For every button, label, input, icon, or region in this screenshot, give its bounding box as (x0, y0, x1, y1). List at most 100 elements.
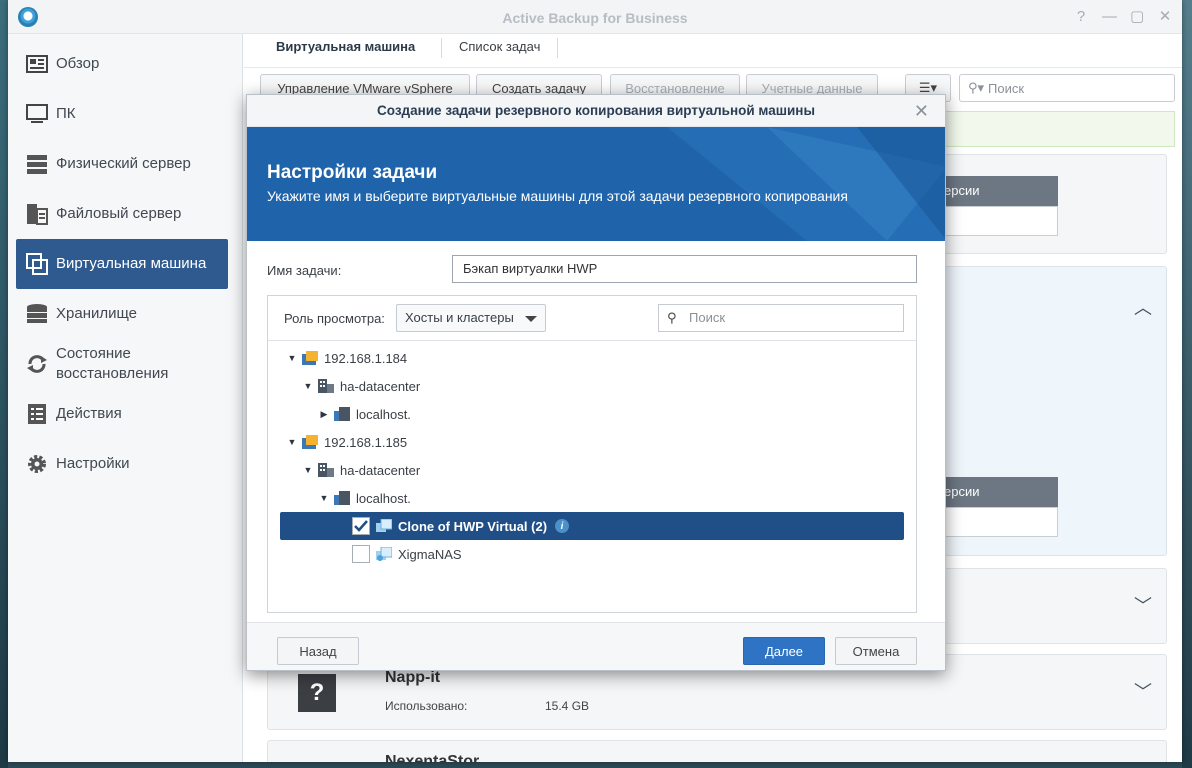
search-field[interactable]: ⚲▾ Поиск (959, 74, 1175, 102)
desktop-background-right (1182, 0, 1192, 768)
virtual-machine-icon (26, 253, 48, 275)
tree-node-label: ha-datacenter (340, 462, 421, 478)
expand-toggle-icon[interactable]: ▼ (302, 381, 314, 391)
chevron-down-icon (525, 316, 537, 322)
dialog-close-icon[interactable]: ✕ (914, 95, 929, 127)
vcenter-host-icon (302, 351, 318, 365)
task-name-input[interactable]: Бэкап виртуалки HWP (452, 255, 917, 283)
create-backup-task-dialog: Создание задачи резервного копирования в… (246, 94, 946, 671)
vm-icon (376, 546, 393, 561)
panel-search-input[interactable]: ⚲ Поиск (658, 304, 904, 332)
dialog-footer: Назад Далее Отмена (247, 622, 945, 670)
tree-node-label: 192.168.1.184 (324, 350, 408, 366)
sidebar-item-log[interactable]: Действия (16, 389, 228, 439)
tree-node-host[interactable]: ▼ 192.168.1.185 (280, 428, 904, 456)
sidebar-item-label: Действия (56, 405, 122, 422)
tree-node-label: 192.168.1.185 (324, 434, 408, 450)
storage-icon (26, 303, 48, 325)
file-server-icon (26, 203, 48, 225)
expand-toggle-icon[interactable]: ▼ (286, 353, 298, 363)
sidebar-item-label: Виртуальная машина (56, 255, 207, 272)
back-button[interactable]: Назад (277, 637, 359, 665)
sidebar-item-overview[interactable]: Обзор (16, 39, 228, 89)
expand-toggle-icon[interactable]: ▼ (318, 493, 330, 503)
overview-icon (26, 53, 48, 75)
tree-node-label: XigmaNAS (398, 546, 462, 562)
app-title: Active Backup for Business (502, 10, 688, 26)
help-icon[interactable]: ? (1074, 8, 1088, 26)
tree-node-vm[interactable]: XigmaNAS (280, 540, 904, 568)
search-placeholder: Поиск (988, 80, 1025, 96)
versions-value (934, 507, 1058, 537)
expand-toggle-icon[interactable]: ▼ (302, 465, 314, 475)
tree-node-esxi[interactable]: ▼ localhost. (280, 484, 904, 512)
tab-separator (557, 38, 558, 58)
datacenter-icon (318, 379, 334, 393)
tab-task-list[interactable]: Список задач (459, 39, 540, 54)
search-icon: ⚲▾ (968, 80, 985, 95)
chevron-down-icon[interactable]: ﹀ (1134, 592, 1152, 618)
vm-checkbox[interactable] (352, 545, 370, 563)
view-role-select[interactable]: Хосты и кластеры (396, 304, 546, 332)
sidebar-item-file-server[interactable]: Файловый сервер (16, 189, 228, 239)
tree-node-label: localhost. (356, 490, 411, 506)
chevron-up-icon[interactable]: ︿ (1134, 294, 1152, 320)
task-name-label: Имя задачи: (267, 263, 342, 278)
vcenter-host-icon (302, 435, 318, 449)
tree-node-datacenter[interactable]: ▼ ha-datacenter (280, 372, 904, 400)
vm-name: Napp-it (385, 669, 441, 686)
minimize-icon[interactable]: — (1102, 8, 1117, 26)
desktop-background-left (0, 0, 8, 768)
title-bar[interactable]: Active Backup for Business ? — ▢ ✕ (8, 0, 1182, 34)
sidebar: Обзор ПК Физический сервер Файловый серв… (8, 34, 243, 762)
esxi-host-icon (334, 407, 350, 421)
chevron-down-icon[interactable]: ﹀ (1134, 678, 1152, 704)
close-icon[interactable]: ✕ (1158, 8, 1172, 26)
tree-node-datacenter[interactable]: ▼ ha-datacenter (280, 456, 904, 484)
tab-separator (441, 38, 442, 58)
sidebar-item-settings[interactable]: Настройки (16, 439, 228, 489)
vm-selection-panel: Роль просмотра: Хосты и кластеры ⚲ Поиск… (267, 295, 917, 613)
tab-bar: Виртуальная машина Список задач (244, 34, 1182, 68)
sidebar-item-label: Настройки (56, 455, 130, 472)
dialog-subheading: Укажите имя и выберите виртуальные машин… (267, 188, 848, 204)
next-button[interactable]: Далее (743, 637, 825, 665)
tree-node-vm-selected[interactable]: Clone of HWP Virtual (2) i (280, 512, 904, 540)
search-placeholder: Поиск (689, 310, 726, 325)
tree-node-esxi[interactable]: ▶ localhost. (280, 400, 904, 428)
sidebar-item-label: Физический сервер (56, 155, 191, 172)
unknown-os-icon: ? (298, 674, 336, 712)
expand-toggle-icon[interactable]: ▼ (286, 437, 298, 447)
used-label: Использовано: (385, 699, 468, 713)
info-icon[interactable]: i (555, 519, 570, 533)
dialog-banner: Настройки задачи Укажите имя и выберите … (247, 127, 945, 241)
sidebar-item-label: Состояние восстановления (56, 345, 169, 382)
sidebar-item-label: ПК (56, 105, 76, 122)
cancel-button[interactable]: Отмена (835, 637, 917, 665)
view-role-value: Хосты и кластеры (405, 310, 514, 325)
sidebar-item-physical-server[interactable]: Физический сервер (16, 139, 228, 189)
log-icon (26, 403, 48, 425)
maximize-icon[interactable]: ▢ (1130, 8, 1144, 26)
sidebar-item-label: Файловый сервер (56, 205, 182, 222)
tree-node-host[interactable]: ▼ 192.168.1.184 (280, 344, 904, 372)
versions-header: ерсии (934, 477, 1058, 507)
vm-checkbox-checked[interactable] (352, 517, 370, 535)
tree-node-label: Clone of HWP Virtual (2) (398, 518, 548, 534)
panel-header: Роль просмотра: Хосты и кластеры ⚲ Поиск (268, 296, 916, 341)
vm-name: NexentaStor (385, 753, 480, 762)
sidebar-item-storage[interactable]: Хранилище (16, 289, 228, 339)
restore-status-icon (26, 353, 48, 375)
tab-virtual-machine[interactable]: Виртуальная машина (276, 39, 415, 54)
dialog-heading: Настройки задачи (267, 162, 438, 183)
versions-header: ерсии (934, 176, 1058, 206)
monitor-icon (26, 103, 48, 125)
sidebar-item-label: Хранилище (56, 305, 137, 322)
sidebar-item-restore-status[interactable]: Состояние восстановления (16, 339, 228, 389)
sidebar-item-pc[interactable]: ПК (16, 89, 228, 139)
banner-pattern (667, 127, 945, 241)
dialog-title-bar[interactable]: Создание задачи резервного копирования в… (247, 95, 945, 127)
collapsed-toggle-icon[interactable]: ▶ (318, 409, 330, 420)
sidebar-item-virtual-machine[interactable]: Виртуальная машина (16, 239, 228, 289)
search-icon: ⚲ (667, 310, 677, 325)
